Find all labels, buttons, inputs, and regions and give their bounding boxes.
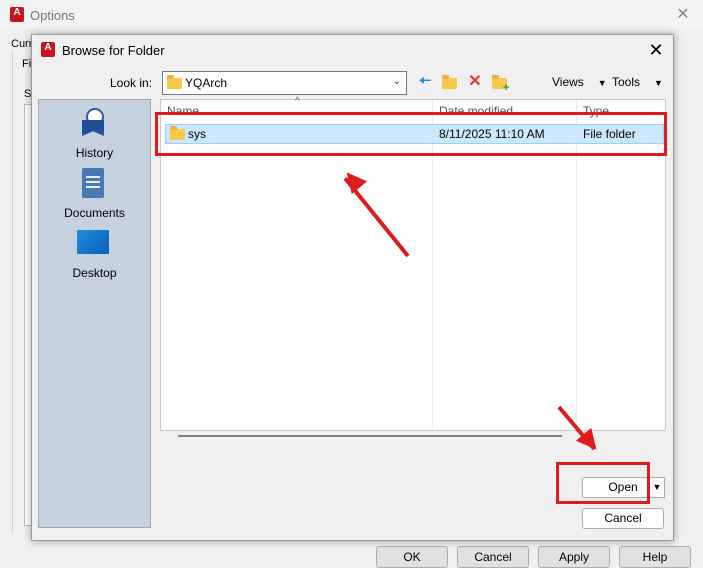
options-cancel-button[interactable]: Cancel [457,546,529,568]
up-folder-shape [442,75,457,89]
places-bar: History Documents Desktop [38,99,151,528]
apply-button[interactable]: Apply [538,546,610,568]
look-in-combo[interactable]: YQArch ⌄ [162,71,407,95]
ok-button[interactable]: OK [376,546,448,568]
delete-icon[interactable]: ✕ [465,73,485,91]
options-tab-edge [12,52,23,532]
partial-label-current: Curr [11,38,33,50]
place-history-label: History [75,146,114,160]
annotation-highlight-open [556,462,650,504]
look-in-label: Look in: [110,76,153,90]
plus-icon: + [503,82,510,94]
place-history[interactable]: History [39,106,150,162]
new-folder-icon[interactable]: + [490,73,510,94]
place-desktop-label: Desktop [72,266,117,280]
look-in-value: YQArch [185,76,228,90]
options-title: Options [30,8,75,23]
options-title-bar: A Options ✕ [0,0,703,30]
horizontal-scrollbar[interactable] [178,435,562,437]
dialog-title: Browse for Folder [62,43,165,58]
autocad-app-icon: A [10,7,24,22]
place-desktop[interactable]: Desktop [39,226,150,282]
views-label: Views [552,75,584,89]
chevron-down-icon: ⌄ [392,76,401,87]
dialog-close-button[interactable]: ✕ [645,39,667,61]
views-dropdown-icon: ▼ [597,78,607,88]
folder-icon [167,75,182,89]
documents-icon [82,168,104,198]
place-documents[interactable]: Documents [39,166,150,222]
partial-label-files: Fi [22,58,32,70]
desktop-icon [77,230,109,254]
cancel-button[interactable]: Cancel [582,508,664,529]
dialog-app-icon: A [41,42,55,57]
help-button[interactable]: Help [619,546,691,568]
annotation-highlight-row [155,112,667,156]
views-menu[interactable]: Views ▼ [552,75,607,89]
place-documents-label: Documents [64,206,125,220]
options-close-button[interactable]: ✕ [671,4,695,26]
up-folder-icon[interactable] [440,73,460,91]
open-dropdown-icon[interactable]: ▼ [649,477,665,498]
history-icon [80,108,106,136]
back-arrow-icon[interactable]: 🠄 [415,73,435,91]
tools-dropdown-icon: ▼ [654,78,663,88]
tools-menu[interactable]: Tools ▼ [612,75,663,89]
tools-label: Tools [612,75,641,89]
sort-up-icon: ^ [295,96,300,107]
